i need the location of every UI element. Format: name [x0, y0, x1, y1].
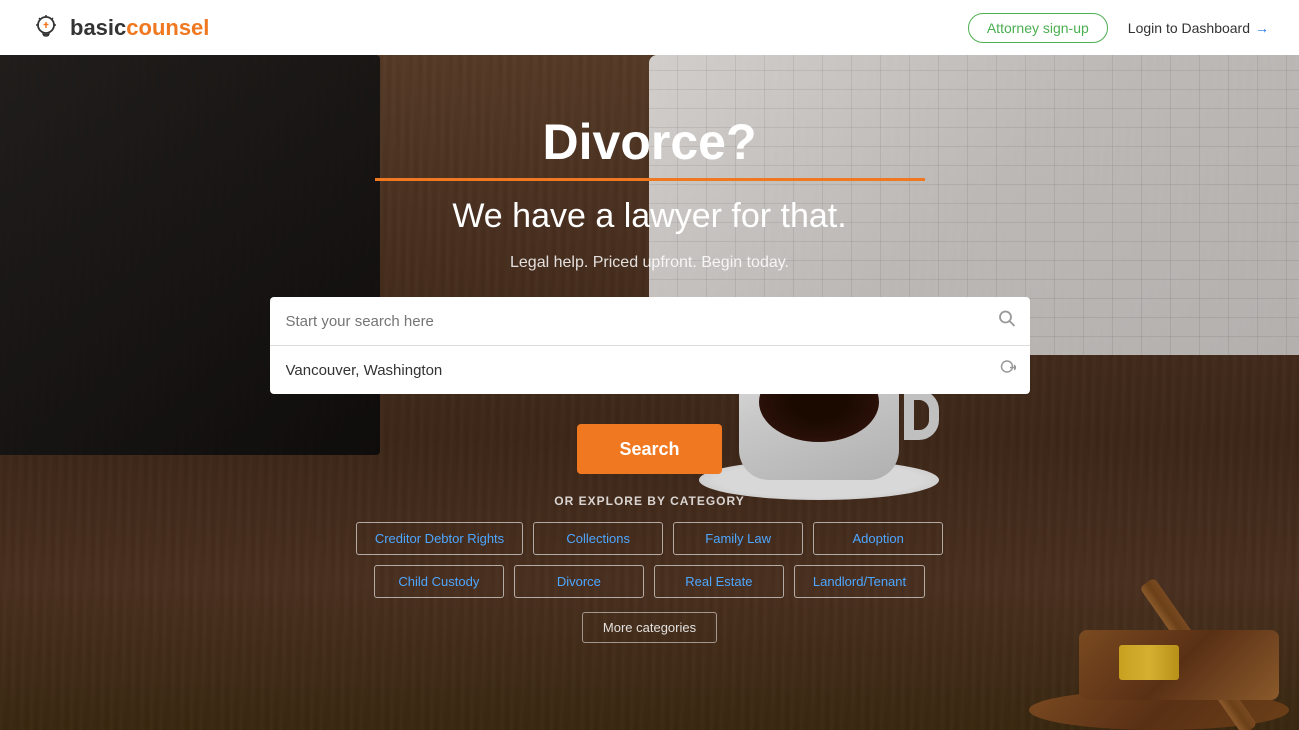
categories-row-2: Child Custody Divorce Real Estate Landlo…: [374, 565, 925, 598]
subheadline: We have a lawyer for that.: [452, 197, 846, 236]
logo-text: basiccounsel: [70, 15, 209, 41]
category-landlord-tenant[interactable]: Landlord/Tenant: [794, 565, 925, 598]
logo-counsel: counsel: [126, 15, 209, 40]
login-label: Login to Dashboard: [1128, 20, 1250, 36]
search-container: [270, 297, 1030, 394]
tagline: Legal help. Priced upfront. Begin today.: [510, 254, 789, 272]
arrow-icon: →: [1255, 20, 1269, 36]
category-child-custody[interactable]: Child Custody: [374, 565, 504, 598]
category-adoption[interactable]: Adoption: [813, 522, 943, 555]
headline: Divorce?: [543, 115, 757, 170]
search-button[interactable]: Search: [577, 424, 722, 474]
category-collections[interactable]: Collections: [533, 522, 663, 555]
login-link[interactable]: Login to Dashboard →: [1128, 20, 1269, 36]
logo-icon: [30, 12, 62, 44]
location-input-wrapper: [270, 346, 1030, 394]
search-input[interactable]: [270, 297, 1030, 345]
attorney-signup-button[interactable]: Attorney sign-up: [968, 13, 1108, 43]
category-creditor-debtor-rights[interactable]: Creditor Debtor Rights: [356, 522, 523, 555]
category-family-law[interactable]: Family Law: [673, 522, 803, 555]
category-divorce[interactable]: Divorce: [514, 565, 644, 598]
header: basiccounsel Attorney sign-up Login to D…: [0, 0, 1299, 55]
more-categories-button[interactable]: More categories: [582, 612, 717, 643]
headline-underline: [375, 178, 925, 181]
location-icon: [1000, 360, 1016, 381]
explore-label: OR EXPLORE BY CATEGORY: [554, 494, 744, 508]
category-real-estate[interactable]: Real Estate: [654, 565, 784, 598]
logo: basiccounsel: [30, 12, 209, 44]
logo-basic: basic: [70, 15, 126, 40]
categories-row-1: Creditor Debtor Rights Collections Famil…: [356, 522, 943, 555]
search-icon: [998, 310, 1016, 333]
header-right: Attorney sign-up Login to Dashboard →: [968, 13, 1269, 43]
main-content: Divorce? We have a lawyer for that. Lega…: [0, 55, 1299, 730]
location-input[interactable]: [270, 346, 1030, 394]
search-input-wrapper: [270, 297, 1030, 346]
